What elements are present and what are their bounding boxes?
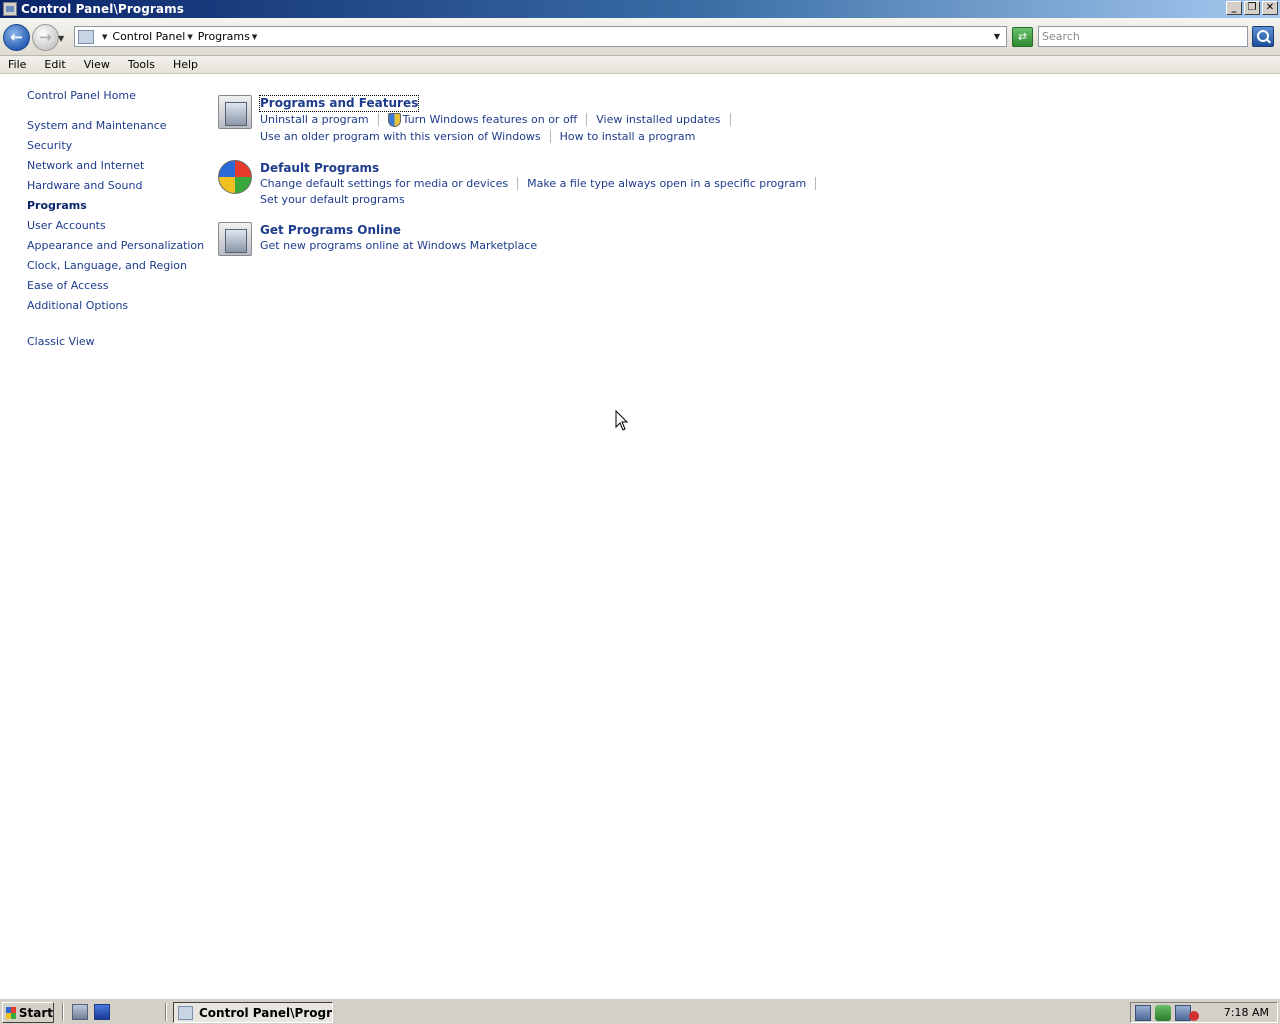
sidebar-item-hardware-and-sound[interactable]: Hardware and Sound bbox=[27, 178, 217, 198]
sidebar-item-network-and-internet[interactable]: Network and Internet bbox=[27, 158, 217, 178]
change-default-media-settings-link[interactable]: Change default settings for media or dev… bbox=[260, 175, 508, 192]
default-programs-icon[interactable] bbox=[218, 160, 252, 194]
sidebar-item-additional-options[interactable]: Additional Options bbox=[27, 298, 217, 318]
menu-help[interactable]: Help bbox=[169, 58, 203, 71]
forward-button[interactable]: → bbox=[32, 24, 59, 51]
menu-file[interactable]: File bbox=[4, 58, 31, 71]
sidebar-item-ease-of-access[interactable]: Ease of Access bbox=[27, 278, 217, 298]
programs-and-features-link[interactable]: Programs and Features bbox=[258, 95, 420, 112]
minimize-button[interactable]: _ bbox=[1226, 1, 1242, 15]
sidebar-item-appearance-and-personalization[interactable]: Appearance and Personalization bbox=[27, 238, 217, 258]
menu-view[interactable]: View bbox=[80, 58, 115, 71]
volume-muted-icon[interactable] bbox=[1189, 1010, 1199, 1021]
how-to-install-program-link[interactable]: How to install a program bbox=[560, 128, 696, 145]
show-desktop-icon[interactable] bbox=[94, 1004, 110, 1020]
view-installed-updates-link[interactable]: View installed updates bbox=[596, 111, 720, 128]
clock[interactable]: 7:18 AM bbox=[1224, 1006, 1269, 1019]
restore-button[interactable]: ❐ bbox=[1244, 1, 1260, 15]
address-history-dropdown-icon[interactable]: ▼ bbox=[994, 32, 1000, 41]
breadcrumb-programs[interactable]: Programs bbox=[198, 30, 250, 43]
uac-shield-icon bbox=[387, 112, 401, 127]
recent-pages-dropdown-icon[interactable]: ▼ bbox=[58, 34, 64, 43]
separator bbox=[815, 176, 817, 190]
server-manager-icon[interactable] bbox=[72, 1004, 88, 1020]
window-title: Control Panel\Programs bbox=[21, 2, 184, 16]
quick-launch-separator bbox=[62, 1003, 64, 1021]
control-panel-icon bbox=[3, 2, 17, 16]
programs-online-icon[interactable] bbox=[218, 222, 252, 256]
uninstall-program-link[interactable]: Uninstall a program bbox=[260, 111, 369, 128]
close-button[interactable]: ✕ bbox=[1262, 1, 1278, 15]
search-input[interactable]: Search bbox=[1038, 26, 1248, 47]
breadcrumb-control-panel[interactable]: Control Panel bbox=[112, 30, 185, 43]
windows-marketplace-link[interactable]: Get new programs online at Windows Marke… bbox=[260, 237, 537, 254]
address-bar[interactable]: ▼ Control Panel ▼ Programs ▼ ▼ bbox=[74, 26, 1007, 47]
windows-logo-icon bbox=[6, 1006, 16, 1019]
taskbar: Start Control Panel\Progra... 7:18 AM bbox=[0, 998, 1280, 1024]
system-tray: 7:18 AM bbox=[1130, 1002, 1278, 1023]
separator bbox=[517, 176, 519, 190]
menu-tools[interactable]: Tools bbox=[124, 58, 160, 71]
back-button[interactable]: ← bbox=[3, 24, 30, 51]
quick-launch-separator bbox=[165, 1003, 167, 1021]
sidebar-item-classic-view[interactable]: Classic View bbox=[27, 334, 217, 354]
start-button[interactable]: Start bbox=[2, 1002, 54, 1023]
separator bbox=[586, 113, 588, 126]
sidebar-item-system-and-maintenance[interactable]: System and Maintenance bbox=[27, 118, 217, 138]
chevron-right-icon[interactable]: ▼ bbox=[102, 33, 107, 41]
older-program-compatibility-link[interactable]: Use an older program with this version o… bbox=[260, 128, 541, 145]
title-bar[interactable]: Control Panel\Programs _ ❐ ✕ bbox=[0, 0, 1280, 18]
left-navigation-pane: Control Panel Home System and Maintenanc… bbox=[27, 88, 217, 354]
mouse-cursor-icon bbox=[615, 410, 629, 431]
security-shield-icon[interactable] bbox=[1155, 1004, 1171, 1021]
separator bbox=[729, 113, 731, 126]
chevron-right-icon[interactable]: ▼ bbox=[252, 33, 257, 41]
windows-features-link[interactable]: Turn Windows features on or off bbox=[387, 111, 578, 128]
sidebar-item-programs[interactable]: Programs bbox=[27, 198, 217, 218]
chevron-right-icon[interactable]: ▼ bbox=[187, 33, 192, 41]
search-icon[interactable] bbox=[1252, 26, 1274, 47]
file-type-association-link[interactable]: Make a file type always open in a specif… bbox=[527, 175, 806, 192]
control-panel-icon bbox=[178, 1005, 193, 1020]
programs-icon[interactable] bbox=[218, 95, 252, 129]
set-default-programs-link[interactable]: Set your default programs bbox=[260, 191, 405, 208]
separator bbox=[377, 113, 379, 126]
start-label: Start bbox=[18, 1005, 53, 1020]
taskbar-button-control-panel[interactable]: Control Panel\Progra... bbox=[173, 1002, 333, 1023]
menu-edit[interactable]: Edit bbox=[40, 58, 70, 71]
separator bbox=[549, 130, 551, 143]
taskbar-button-label: Control Panel\Progra... bbox=[199, 1005, 332, 1020]
refresh-button[interactable]: ⇄ bbox=[1012, 27, 1033, 47]
windows-features-label: Turn Windows features on or off bbox=[402, 113, 578, 126]
menu-bar: File Edit View Tools Help bbox=[0, 56, 1280, 74]
control-panel-icon bbox=[78, 29, 94, 44]
navigation-bar: ← → ▼ ▼ Control Panel ▼ Programs ▼ ▼ ⇄ S… bbox=[0, 18, 1280, 56]
sidebar-item-user-accounts[interactable]: User Accounts bbox=[27, 218, 217, 238]
sidebar-item-control-panel-home[interactable]: Control Panel Home bbox=[27, 88, 217, 108]
sidebar-item-clock-language-region[interactable]: Clock, Language, and Region bbox=[27, 258, 217, 278]
sidebar-item-security[interactable]: Security bbox=[27, 138, 217, 158]
network-icon[interactable] bbox=[1135, 1004, 1151, 1021]
